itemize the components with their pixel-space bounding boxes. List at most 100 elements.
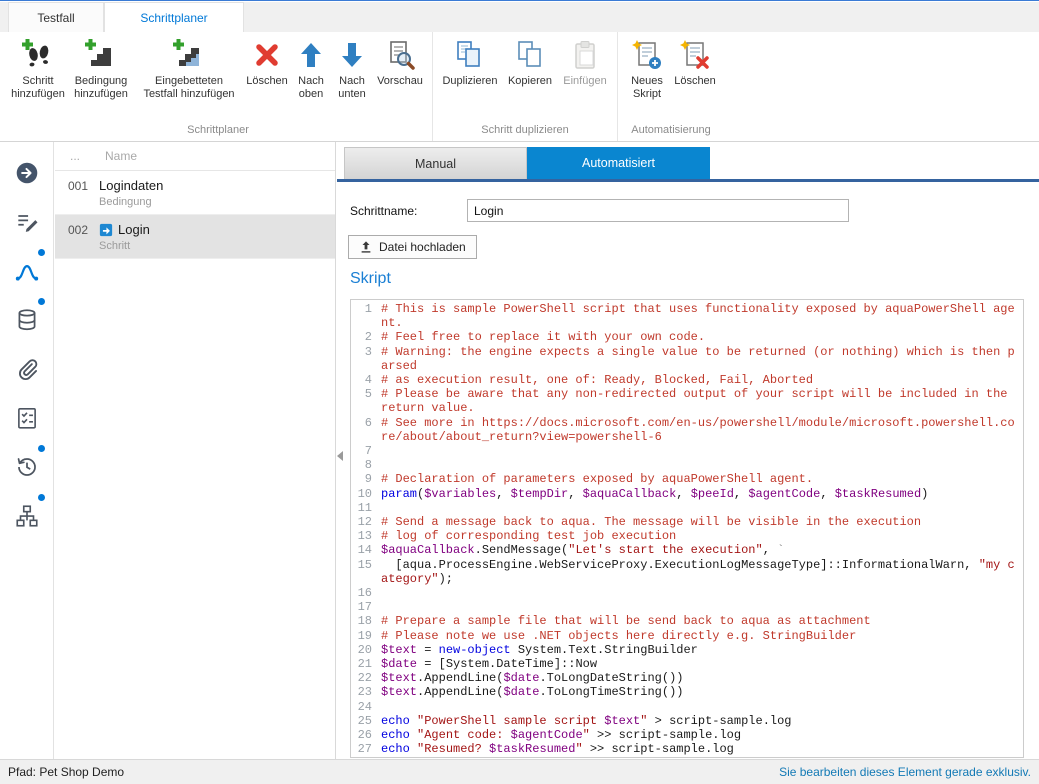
step-type: Bedingung (99, 196, 329, 208)
copy-button[interactable]: Kopieren (502, 33, 558, 88)
tab-underline (337, 179, 1039, 182)
script-code-editor[interactable]: 1# This is sample PowerShell script that… (350, 299, 1024, 758)
code-line: 14$aquaCallback.SendMessage("Let's start… (353, 543, 1021, 557)
delete-icon (251, 39, 283, 71)
code-line-text: # Declaration of parameters exposed by a… (381, 472, 1021, 486)
ribbon-group-label: Schritt duplizieren (438, 124, 612, 141)
move-up-button[interactable]: Nach oben (291, 33, 331, 100)
notification-badge (38, 249, 45, 256)
panel-collapse-handle[interactable] (337, 449, 347, 463)
code-line: 17 (353, 600, 1021, 614)
step-row-001[interactable]: 001 Logindaten Bedingung (55, 171, 335, 215)
code-line-text (381, 444, 1021, 458)
code-line: 10param($variables, $tempDir, $aquaCallb… (353, 487, 1021, 501)
sidebar-item-history[interactable] (0, 442, 53, 491)
button-label: Kopieren (508, 75, 552, 88)
code-line: 26echo "Agent code: $agentCode" >> scrip… (353, 728, 1021, 742)
code-line-text (381, 458, 1021, 472)
button-label: Schritt hinzufügen (11, 75, 65, 100)
sidebar-item-edit[interactable] (0, 197, 53, 246)
upload-file-button[interactable]: Datei hochladen (348, 235, 477, 259)
tab-testfall[interactable]: Testfall (8, 2, 104, 32)
line-number: 22 (353, 671, 381, 685)
code-line: 12# Send a message back to aqua. The mes… (353, 515, 1021, 529)
ribbon-group-schrittplaner: Schritt hinzufügen Bedingung hinzufügen (4, 32, 432, 141)
code-line-text: # Prepare a sample file that will be sen… (381, 614, 1021, 628)
button-label: Nach oben (293, 75, 329, 100)
copy-icon (514, 39, 546, 71)
button-label: Einfügen (563, 75, 606, 88)
line-number: 14 (353, 543, 381, 557)
tab-schrittplaner[interactable]: Schrittplaner (104, 2, 244, 32)
line-number: 15 (353, 558, 381, 586)
delete-script-button[interactable]: Löschen (671, 33, 719, 88)
code-line: 15 [aqua.ProcessEngine.WebServiceProxy.E… (353, 558, 1021, 586)
code-line-text: # Feel free to replace it with your own … (381, 330, 1021, 344)
ribbon: Schritt hinzufügen Bedingung hinzufügen (0, 32, 1039, 142)
button-label: Löschen (674, 75, 716, 88)
step-title: Login (118, 222, 150, 237)
sidebar-item-hierarchy[interactable] (0, 491, 53, 540)
code-editor-lines: 1# This is sample PowerShell script that… (353, 302, 1021, 758)
line-number: 23 (353, 685, 381, 699)
code-line: 22$text.AppendLine($date.ToLongDateStrin… (353, 671, 1021, 685)
column-header-id[interactable]: ... (55, 149, 99, 163)
code-line: 13# log of corresponding test job execut… (353, 529, 1021, 543)
ribbon-group-schritt-duplizieren: Duplizieren Kopieren Einfügen (432, 32, 617, 141)
code-line-text: $date = [System.DateTime]::Now (381, 657, 1021, 671)
tab-automatisiert[interactable]: Automatisiert (527, 147, 710, 179)
code-line-text: $aquaCallback.SendMessage("Let's start t… (381, 543, 1021, 557)
line-number: 3 (353, 345, 381, 373)
line-number: 7 (353, 444, 381, 458)
paste-icon (569, 39, 601, 71)
button-label: Nach unten (333, 75, 371, 100)
upload-button-label: Datei hochladen (379, 240, 466, 254)
ribbon-tabbar: Testfall Schrittplaner (0, 2, 1039, 32)
preview-button[interactable]: Vorschau (373, 33, 427, 88)
edit-icon (14, 209, 40, 235)
tab-manual[interactable]: Manual (344, 147, 527, 179)
step-name-input[interactable] (467, 199, 849, 222)
line-number: 18 (353, 614, 381, 628)
hierarchy-icon (14, 503, 40, 529)
step-row-002[interactable]: 002 Login Schritt (55, 215, 335, 259)
sidebar-item-expand[interactable] (0, 148, 53, 197)
code-line: 1# This is sample PowerShell script that… (353, 302, 1021, 330)
line-number: 28 (353, 757, 381, 759)
line-number: 25 (353, 714, 381, 728)
line-number: 11 (353, 501, 381, 515)
new-script-button[interactable]: Neues Skript (623, 33, 671, 100)
code-line: 24 (353, 700, 1021, 714)
automated-step-icon (99, 223, 113, 237)
sidebar-item-data[interactable] (0, 295, 53, 344)
code-line-text: # Send a message back to aqua. The messa… (381, 515, 1021, 529)
code-line: 7 (353, 444, 1021, 458)
sidebar-item-attachments[interactable] (0, 344, 53, 393)
code-line: 21$date = [System.DateTime]::Now (353, 657, 1021, 671)
duplicate-icon (454, 39, 486, 71)
move-down-button[interactable]: Nach unten (331, 33, 373, 100)
app-window: Testfall Schrittplaner Schritt hi (0, 0, 1039, 784)
line-number: 19 (353, 629, 381, 643)
code-line-text: $text.AppendLine($date.ToLongTimeString(… (381, 685, 1021, 699)
column-header-name[interactable]: Name (99, 149, 137, 163)
add-step-button[interactable]: Schritt hinzufügen (9, 33, 67, 100)
step-name-label: Schrittname: (350, 204, 417, 218)
code-line-text: # Warning: the engine expects a single v… (381, 345, 1021, 373)
add-embedded-testcase-button[interactable]: Eingebetteten Testfall hinzufügen (135, 33, 243, 100)
line-number: 5 (353, 387, 381, 415)
code-line-text: # log of corresponding test job executio… (381, 529, 1021, 543)
sidebar-item-checklist[interactable] (0, 393, 53, 442)
code-line: 20$text = new-object System.Text.StringB… (353, 643, 1021, 657)
sidebar-item-steps[interactable] (0, 246, 53, 295)
data-icon (14, 307, 40, 333)
code-line: 8 (353, 458, 1021, 472)
move-up-icon (295, 39, 327, 71)
duplicate-button[interactable]: Duplizieren (438, 33, 502, 88)
step-list-header: ... Name (55, 142, 335, 171)
paste-button[interactable]: Einfügen (558, 33, 612, 88)
delete-step-button[interactable]: Löschen (243, 33, 291, 88)
code-line-text: echo "Resumed? $taskResumed" >> script-s… (381, 742, 1021, 756)
add-condition-button[interactable]: Bedingung hinzufügen (67, 33, 135, 100)
new-script-icon (631, 39, 663, 71)
